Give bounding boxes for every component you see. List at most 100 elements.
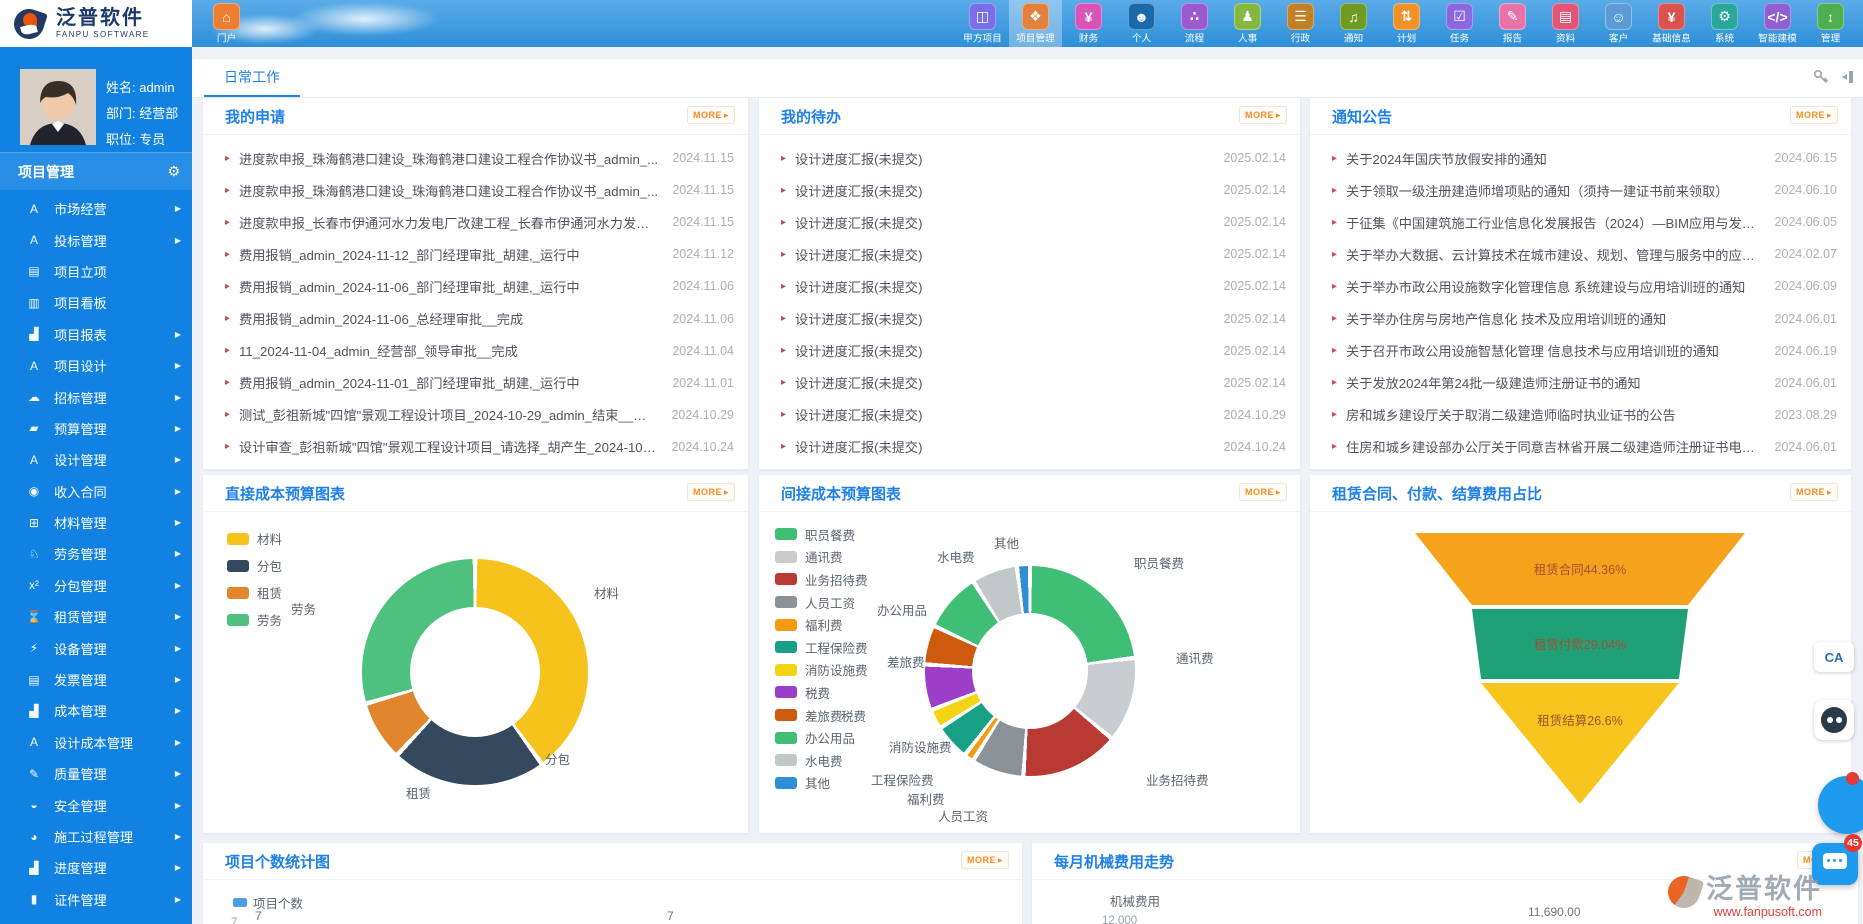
- list-item[interactable]: ▸ 关于举办住房与房地产信息化 技术及应用培训班的通知 2024.06.01: [1332, 302, 1837, 334]
- sidebar-item[interactable]: ◒ 安全管理 ▶: [0, 789, 192, 820]
- service-avatar-icon[interactable]: [1814, 700, 1854, 740]
- sidebar-item[interactable]: A 项目设计 ▶: [0, 350, 192, 381]
- list-item[interactable]: ▸ 关于召开市政公用设施智慧化管理 信息技术与应用培训班的通知 2024.06.…: [1332, 335, 1837, 367]
- sidebar-item[interactable]: ▮ 证件管理 ▶: [0, 884, 192, 915]
- topnav-item[interactable]: ❖ 项目管理: [1009, 0, 1062, 47]
- sidebar-item[interactable]: ◉ 收入合同 ▶: [0, 476, 192, 507]
- topnav-item[interactable]: ♟ 人事: [1221, 0, 1274, 47]
- legend-item[interactable]: 水电费: [775, 749, 868, 772]
- sidebar-item[interactable]: ◕ 施工过程管理 ▶: [0, 821, 192, 852]
- sidebar-item[interactable]: ▤ 项目立项 ▶: [0, 256, 192, 287]
- ca-certificate-button[interactable]: CA: [1814, 642, 1854, 672]
- sidebar-item[interactable]: ⌛ 租赁管理 ▶: [0, 601, 192, 632]
- legend-item[interactable]: 其他: [775, 772, 868, 795]
- legend-item[interactable]: 租赁: [227, 579, 282, 606]
- more-button[interactable]: MORE▸: [961, 851, 1009, 869]
- list-item[interactable]: ▸ 费用报销_admin_2024-11-06_部门经理审批_胡建,_运行中 2…: [225, 270, 734, 302]
- legend-item[interactable]: 人员工资: [775, 591, 868, 614]
- avatar[interactable]: [20, 69, 96, 145]
- legend-item[interactable]: 办公用品: [775, 726, 868, 749]
- sidebar-item[interactable]: ▥ 项目看板 ▶: [0, 287, 192, 318]
- list-item[interactable]: ▸ 设计进度汇报(未提交) 2025.02.14: [781, 238, 1286, 270]
- list-item[interactable]: ▸ 设计进度汇报(未提交) 2024.10.29: [781, 399, 1286, 431]
- list-item[interactable]: ▸ 进度款申报_长春市伊通河水力发电厂改建工程_长春市伊通河水力发电... 20…: [225, 206, 734, 238]
- legend-item[interactable]: 材料: [227, 525, 282, 552]
- list-item[interactable]: ▸ 设计进度汇报(未提交) 2025.02.14: [781, 174, 1286, 206]
- tab-daily-work[interactable]: 日常工作: [204, 59, 300, 97]
- collapse-panel-icon[interactable]: [1839, 69, 1855, 85]
- sidebar-item[interactable]: A 设计成本管理 ▶: [0, 727, 192, 758]
- topnav-item[interactable]: ⇅ 计划: [1380, 0, 1433, 47]
- sidebar-section-header[interactable]: 项目管理 ⚙: [0, 153, 192, 190]
- sidebar-item[interactable]: A 投标管理 ▶: [0, 224, 192, 255]
- list-item[interactable]: ▸ 进度款申报_珠海鹤港口建设_珠海鹤港口建设工程合作协议书_admin_...…: [225, 142, 734, 174]
- legend-item[interactable]: 工程保险费: [775, 636, 868, 659]
- sidebar-item[interactable]: A 设计管理 ▶: [0, 444, 192, 475]
- more-button[interactable]: MORE▸: [687, 106, 735, 124]
- list-item[interactable]: ▸ 关于2024年国庆节放假安排的通知 2024.06.15: [1332, 142, 1837, 174]
- topnav-item[interactable]: ↕ 管理: [1804, 0, 1857, 47]
- more-button[interactable]: MORE▸: [1790, 483, 1838, 501]
- list-item[interactable]: ▸ 关于领取一级注册建造师增项贴的通知（须持一建证书前来领取） 2024.06.…: [1332, 174, 1837, 206]
- topnav-item[interactable]: ∴ 流程: [1168, 0, 1221, 47]
- legend-item[interactable]: 业务招待费: [775, 568, 868, 591]
- list-item[interactable]: ▸ 设计进度汇报(未提交) 2025.02.14: [781, 302, 1286, 334]
- legend-item[interactable]: 分包: [227, 552, 282, 579]
- more-button[interactable]: MORE▸: [1239, 483, 1287, 501]
- legend-item[interactable]: 劳务: [227, 606, 282, 633]
- sidebar-item[interactable]: ▤ 发票管理 ▶: [0, 664, 192, 695]
- gear-icon[interactable]: ⚙: [167, 163, 180, 180]
- sidebar-item[interactable]: ▰ 预算管理 ▶: [0, 413, 192, 444]
- topnav-item[interactable]: </> 智能建模: [1751, 0, 1804, 47]
- funnel-band[interactable]: [1481, 683, 1679, 803]
- more-button[interactable]: MORE▸: [1790, 106, 1838, 124]
- list-item[interactable]: ▸ 费用报销_admin_2024-11-12_部门经理审批_胡建,_运行中 2…: [225, 238, 734, 270]
- sidebar-item[interactable]: ▟ 项目报表 ▶: [0, 319, 192, 350]
- sidebar-item[interactable]: ♘ 劳务管理 ▶: [0, 538, 192, 569]
- list-item[interactable]: ▸ 11_2024-11-04_admin_经营部_领导审批__完成 2024.…: [225, 335, 734, 367]
- topnav-item[interactable]: ☺ 客户: [1592, 0, 1645, 47]
- sidebar-item[interactable]: x² 分包管理 ▶: [0, 570, 192, 601]
- topnav-item[interactable]: ☰ 行政: [1274, 0, 1327, 47]
- topnav-item[interactable]: ♫ 通知: [1327, 0, 1380, 47]
- topnav-item[interactable]: ◫ 甲方项目: [956, 0, 1009, 47]
- list-item[interactable]: ▸ 设计进度汇报(未提交) 2025.02.14: [781, 206, 1286, 238]
- list-item[interactable]: ▸ 房和城乡建设厅关于取消二级建造师临时执业证书的公告 2023.08.29: [1332, 399, 1837, 431]
- sidebar-item[interactable]: ✎ 质量管理 ▶: [0, 758, 192, 789]
- list-item[interactable]: ▸ 设计进度汇报(未提交) 2025.02.14: [781, 335, 1286, 367]
- legend-item[interactable]: 税费: [775, 681, 868, 704]
- topnav-item[interactable]: ¥ 基础信息: [1645, 0, 1698, 47]
- legend-swatch[interactable]: [233, 898, 247, 907]
- list-item[interactable]: ▸ 关于发放2024年第24批一级建造师注册证书的通知 2024.06.01: [1332, 367, 1837, 399]
- list-item[interactable]: ▸ 设计审查_彭祖新城"四馆"景观工程设计项目_请选择_胡产生_2024-10-…: [225, 431, 734, 463]
- sidebar-item[interactable]: A 市场经营 ▶: [0, 193, 192, 224]
- more-button[interactable]: MORE▸: [1239, 106, 1287, 124]
- list-item[interactable]: ▸ 于征集《中国建筑施工行业信息化发展报告（2024）—BIM应用与发展》材料.…: [1332, 206, 1837, 238]
- key-icon[interactable]: [1813, 69, 1829, 85]
- topnav-item[interactable]: ¥ 财务: [1062, 0, 1115, 47]
- topnav-item[interactable]: ▤ 资料: [1539, 0, 1592, 47]
- sidebar-item[interactable]: ☁ 招标管理 ▶: [0, 381, 192, 412]
- legend-item[interactable]: 通讯费: [775, 546, 868, 569]
- list-item[interactable]: ▸ 关于举办市政公用设施数字化管理信息 系统建设与应用培训班的通知 2024.0…: [1332, 270, 1837, 302]
- topnav-item-portal[interactable]: ⌂ 门户: [200, 0, 253, 47]
- legend-item[interactable]: 福利费: [775, 613, 868, 636]
- topnav-item[interactable]: ⚙ 系统: [1698, 0, 1751, 47]
- list-item[interactable]: ▸ 费用报销_admin_2024-11-06_总经理审批__完成 2024.1…: [225, 302, 734, 334]
- list-item[interactable]: ▸ 设计进度汇报(未提交) 2025.02.14: [781, 367, 1286, 399]
- sidebar-item[interactable]: ▟ 进度管理 ▶: [0, 852, 192, 883]
- legend-item[interactable]: 消防设施费: [775, 659, 868, 682]
- topnav-item[interactable]: ☑ 任务: [1433, 0, 1486, 47]
- sidebar-item[interactable]: ⚡ 设备管理 ▶: [0, 632, 192, 663]
- topnav-item[interactable]: ☻ 个人: [1115, 0, 1168, 47]
- list-item[interactable]: ▸ 费用报销_admin_2024-11-01_部门经理审批_胡建,_运行中 2…: [225, 367, 734, 399]
- list-item[interactable]: ▸ 测试_彭祖新城"四馆"景观工程设计项目_2024-10-29_admin_结…: [225, 399, 734, 431]
- list-item[interactable]: ▸ 关于举办大数据、云计算技术在城市建设、规划、管理与服务中的应用培训班... …: [1332, 238, 1837, 270]
- list-item[interactable]: ▸ 设计进度汇报(未提交) 2024.10.24: [781, 431, 1286, 463]
- list-item[interactable]: ▸ 设计进度汇报(未提交) 2025.02.14: [781, 142, 1286, 174]
- lease-funnel-chart[interactable]: 租赁合同44.36%租赁付款29.04%租赁结算26.6%: [1400, 527, 1760, 817]
- list-item[interactable]: ▸ 进度款申报_珠海鹤港口建设_珠海鹤港口建设工程合作协议书_admin_...…: [225, 174, 734, 206]
- legend-item[interactable]: 职员餐费: [775, 523, 868, 546]
- sidebar-item[interactable]: ⊞ 材料管理 ▶: [0, 507, 192, 538]
- sidebar-item[interactable]: ▟ 成本管理 ▶: [0, 695, 192, 726]
